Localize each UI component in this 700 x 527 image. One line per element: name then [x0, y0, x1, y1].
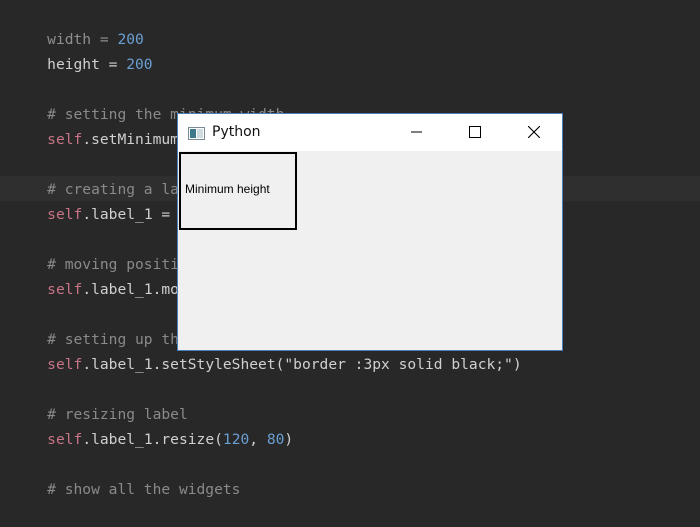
code-token: 120	[222, 431, 250, 448]
code-line: # moving position	[12, 227, 196, 273]
maximize-button[interactable]	[452, 114, 498, 151]
code-token: .label_1.resize(	[82, 431, 223, 448]
code-line: height = 200	[12, 27, 152, 73]
code-line: # setting the minimum width	[12, 77, 284, 123]
python-app-icon	[188, 125, 205, 140]
code-token: .label_1.setStyleSheet("border :3px soli…	[82, 356, 522, 373]
code-comment: # show all the widgets	[47, 481, 241, 498]
code-token: self	[47, 431, 83, 448]
code-token: =	[99, 56, 127, 73]
code-token: 80	[266, 431, 285, 448]
close-icon	[527, 123, 541, 142]
code-line: # show all the widgets	[12, 452, 240, 498]
minimum-height-label: Minimum height	[179, 152, 297, 230]
code-token: height	[47, 56, 100, 73]
code-line: width = 200	[12, 2, 144, 48]
code-token: self	[47, 356, 83, 373]
window-title: Python	[212, 124, 261, 140]
code-line: # resizing label	[12, 377, 188, 423]
close-button[interactable]	[511, 114, 557, 151]
maximize-icon	[469, 123, 481, 142]
minimize-button[interactable]	[394, 114, 440, 151]
code-token: )	[284, 431, 294, 448]
code-token: self	[47, 206, 83, 223]
minimize-icon	[411, 123, 423, 142]
label-text: Minimum height	[185, 182, 270, 196]
python-window[interactable]: Python Minimum height	[177, 113, 563, 351]
code-token: self	[47, 281, 83, 298]
code-token: ,	[249, 431, 267, 448]
code-token: self	[47, 131, 83, 148]
code-token: 200	[126, 56, 153, 73]
title-bar[interactable]: Python	[178, 114, 562, 151]
code-line: self.label_1.resize(120, 80)	[12, 402, 293, 448]
